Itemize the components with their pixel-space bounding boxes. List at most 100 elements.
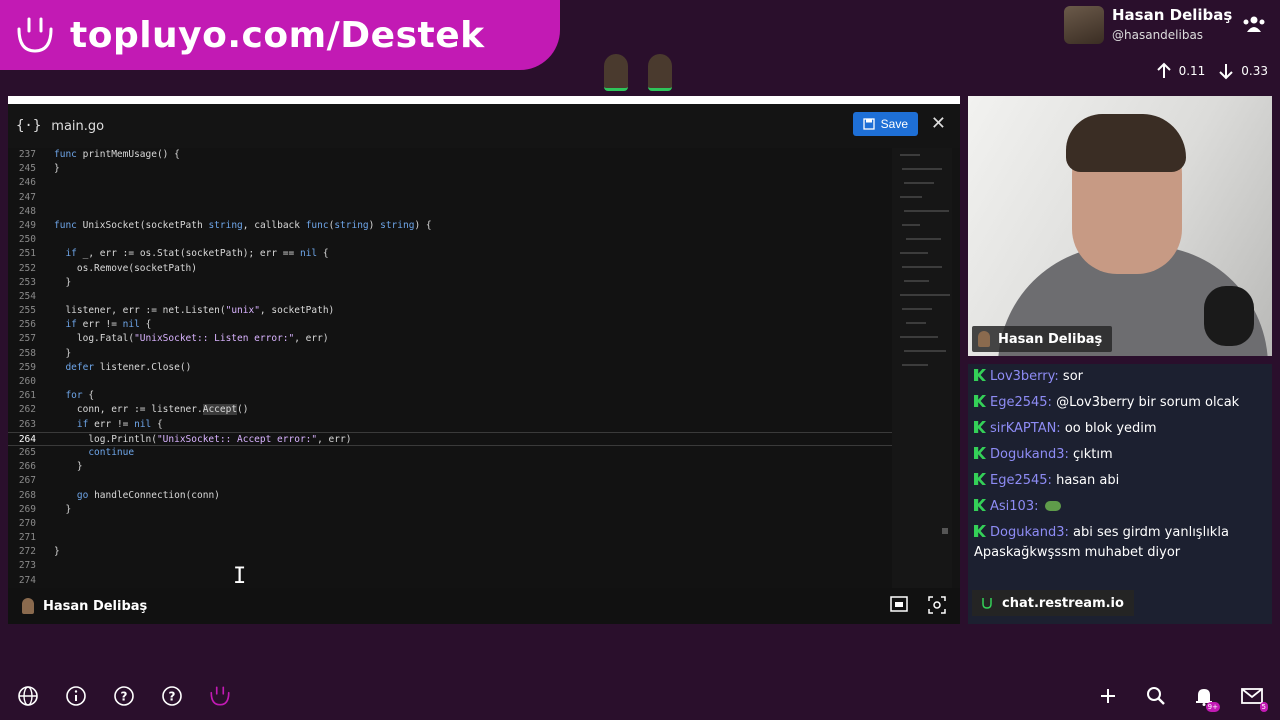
code-line[interactable]: 249 func UnixSocket(socketPath string, ca… xyxy=(8,219,892,233)
chat-message: Dogukand3: abi ses girdm yanlışlıkla Apa… xyxy=(968,520,1272,566)
text-cursor-icon: I xyxy=(233,564,247,589)
help-icon[interactable]: ? xyxy=(160,684,184,708)
line-number: 250 xyxy=(18,234,36,246)
line-number: 254 xyxy=(18,290,36,302)
code-text[interactable]: if _, err := os.Stat(socketPath); err ==… xyxy=(54,247,328,261)
code-line[interactable]: 268 go handleConnection(conn) xyxy=(8,489,892,503)
kick-icon xyxy=(974,447,986,459)
code-editor-window: {·} main.go Save ✕ 237 func printMemUsage… xyxy=(8,96,960,624)
chat-text: @Lov3berry bir sorum olcak xyxy=(1056,395,1240,410)
code-text[interactable]: if err != nil { xyxy=(54,418,163,432)
line-number: 271 xyxy=(18,532,36,544)
mail-icon[interactable]: 5 xyxy=(1240,684,1268,712)
chat-username[interactable]: Ege2545: xyxy=(990,395,1052,410)
info-icon[interactable] xyxy=(64,684,88,708)
code-line[interactable]: 266 } xyxy=(8,460,892,474)
topluyo-logo-icon[interactable] xyxy=(208,684,232,708)
code-area[interactable]: 237 func printMemUsage() {245} 246 247 248 24… xyxy=(8,148,892,588)
code-line[interactable]: 255 listener, err := net.Listen("unix", … xyxy=(8,304,892,318)
code-text[interactable]: log.Fatal("UnixSocket:: Listen error:", … xyxy=(54,332,329,346)
code-line[interactable]: 264 log.Println("UnixSocket:: Accept err… xyxy=(8,431,892,446)
code-line[interactable]: 258 } xyxy=(8,347,892,361)
minimap[interactable] xyxy=(892,148,952,588)
code-file-icon: {·} xyxy=(16,118,42,134)
chat-username[interactable]: Dogukand3: xyxy=(990,447,1069,462)
code-text[interactable]: go handleConnection(conn) xyxy=(54,489,220,503)
save-icon xyxy=(862,118,875,130)
code-line[interactable]: 246 xyxy=(8,176,892,190)
plus-icon[interactable] xyxy=(1096,684,1120,708)
globe-icon[interactable] xyxy=(16,684,40,708)
code-line[interactable]: 274 xyxy=(8,574,892,588)
minimap-line xyxy=(902,364,928,366)
code-text[interactable]: listener, err := net.Listen("unix", sock… xyxy=(54,304,334,318)
avatar[interactable] xyxy=(1064,6,1104,44)
code-text[interactable]: } xyxy=(54,460,83,474)
chat-source[interactable]: chat.restream.io xyxy=(972,590,1134,616)
code-line[interactable]: 262 conn, err := listener.Accept() xyxy=(8,403,892,417)
code-text[interactable]: } xyxy=(54,162,60,176)
help-icon[interactable]: ? xyxy=(112,684,136,708)
code-line[interactable]: 237 func printMemUsage() { xyxy=(8,148,892,162)
code-text[interactable]: } xyxy=(54,276,71,290)
code-line[interactable]: 250 xyxy=(8,233,892,247)
chat-username[interactable]: sirKAPTAN: xyxy=(990,421,1061,436)
code-text[interactable]: os.Remove(socketPath) xyxy=(54,262,197,276)
screenshot-icon[interactable] xyxy=(928,596,946,618)
code-line[interactable]: 271 xyxy=(8,531,892,545)
code-line[interactable]: 251 if _, err := os.Stat(socketPath); er… xyxy=(8,247,892,261)
banner-title[interactable]: topluyo.com/Destek xyxy=(70,15,485,56)
code-line[interactable]: 273 xyxy=(8,559,892,573)
code-text[interactable]: log.Println("UnixSocket:: Accept error:"… xyxy=(54,433,351,445)
notification-badge: 9+ xyxy=(1205,702,1220,712)
emote-icon xyxy=(1044,501,1061,511)
participant-avatar[interactable] xyxy=(648,54,672,91)
code-text[interactable]: } xyxy=(54,503,71,517)
close-icon[interactable]: ✕ xyxy=(931,114,946,134)
code-text[interactable]: continue xyxy=(54,446,134,460)
line-number: 270 xyxy=(18,517,36,529)
scrollbar-thumb[interactable] xyxy=(942,528,948,534)
code-line[interactable]: 265 continue xyxy=(8,446,892,460)
code-line[interactable]: 260 xyxy=(8,375,892,389)
line-number: 245 xyxy=(18,163,36,175)
chat-username[interactable]: Ege2545: xyxy=(990,473,1052,488)
code-line[interactable]: 270 xyxy=(8,517,892,531)
code-line[interactable]: 263 if err != nil { xyxy=(8,418,892,432)
code-text[interactable]: defer listener.Close() xyxy=(54,361,191,375)
bell-icon[interactable]: 9+ xyxy=(1192,684,1220,712)
code-line[interactable]: 245} xyxy=(8,162,892,176)
code-text[interactable]: } xyxy=(54,545,60,559)
code-line[interactable]: 253 } xyxy=(8,276,892,290)
users-icon[interactable] xyxy=(1242,14,1266,38)
save-button[interactable]: Save xyxy=(852,112,918,136)
chat-username[interactable]: Lov3berry: xyxy=(990,369,1059,384)
search-icon[interactable] xyxy=(1144,684,1168,708)
code-line[interactable]: 252 os.Remove(socketPath) xyxy=(8,262,892,276)
code-line[interactable]: 256 if err != nil { xyxy=(8,318,892,332)
code-line[interactable]: 254 xyxy=(8,290,892,304)
avatar xyxy=(978,331,990,347)
code-text[interactable]: conn, err := listener.Accept() xyxy=(54,403,249,417)
arrow-down-icon xyxy=(1219,64,1233,80)
code-text[interactable]: if err != nil { xyxy=(54,318,151,332)
code-text[interactable]: } xyxy=(54,347,71,361)
chat-username[interactable]: Dogukand3: xyxy=(990,525,1069,540)
code-text[interactable]: for { xyxy=(54,389,94,403)
code-line[interactable]: 247 xyxy=(8,191,892,205)
code-text[interactable]: func UnixSocket(socketPath string, callb… xyxy=(54,219,432,233)
picture-in-picture-icon[interactable] xyxy=(890,596,908,618)
code-line[interactable]: 269 } xyxy=(8,503,892,517)
participant-avatar[interactable] xyxy=(604,54,628,91)
kick-icon xyxy=(974,525,986,537)
code-line[interactable]: 257 log.Fatal("UnixSocket:: Listen error… xyxy=(8,332,892,346)
code-line[interactable]: 272} xyxy=(8,545,892,559)
chat-username[interactable]: Asi103: xyxy=(990,499,1038,514)
code-text[interactable]: func printMemUsage() { xyxy=(54,148,180,162)
network-stats: 0.11 0.33 xyxy=(1155,62,1274,80)
code-line[interactable]: 261 for { xyxy=(8,389,892,403)
code-line[interactable]: 267 xyxy=(8,474,892,488)
minimap-line xyxy=(900,336,938,338)
code-line[interactable]: 248 xyxy=(8,205,892,219)
code-line[interactable]: 259 defer listener.Close() xyxy=(8,361,892,375)
